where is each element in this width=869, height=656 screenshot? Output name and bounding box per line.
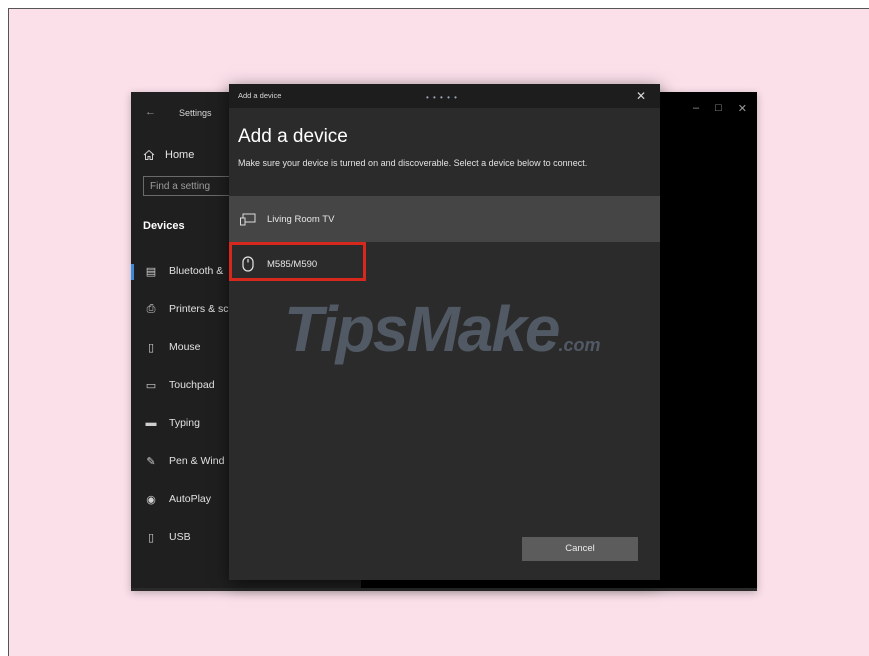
back-arrow-icon[interactable]: ← — [145, 106, 156, 118]
dialog-titlebar-text: Add a device — [238, 91, 282, 100]
nav-item-label: Touchpad — [169, 379, 215, 391]
searching-dots-indicator: • • • • • — [426, 93, 458, 102]
pen-icon: ✎ — [146, 455, 156, 468]
selection-highlight-box — [229, 242, 366, 281]
nav-item-usb[interactable]: ▯ USB — [131, 518, 245, 556]
close-icon[interactable]: ✕ — [636, 89, 646, 103]
maximize-icon[interactable]: □ — [715, 102, 722, 115]
nav-item-autoplay[interactable]: ◉ AutoPlay — [131, 480, 245, 518]
nav-item-label: Mouse — [169, 341, 201, 353]
dialog-description: Make sure your device is turned on and d… — [238, 158, 588, 168]
minimize-icon[interactable]: – — [693, 102, 699, 115]
nav-item-mouse[interactable]: ▯ Mouse — [131, 328, 245, 366]
watermark-suffix: .com — [558, 335, 601, 355]
home-icon — [143, 149, 155, 160]
settings-bottom-edge — [131, 588, 757, 591]
close-window-icon[interactable]: ✕ — [738, 102, 747, 115]
tipsmake-watermark: TipsMake.com — [284, 292, 601, 366]
nav-item-bluetooth[interactable]: ▤ Bluetooth & — [131, 252, 245, 290]
device-name: Living Room TV — [267, 213, 335, 225]
settings-title: Settings — [179, 108, 212, 118]
autoplay-icon: ◉ — [146, 493, 156, 506]
nav-item-label: Bluetooth & — [169, 265, 224, 277]
watermark-text: TipsMake — [284, 293, 560, 365]
nav-item-label: Typing — [169, 417, 200, 429]
nav-item-label: Printers & sc — [169, 303, 229, 315]
window-controls: – □ ✕ — [693, 102, 747, 115]
nav-item-label: AutoPlay — [169, 493, 212, 505]
nav-item-label: Pen & Wind — [169, 455, 225, 467]
display-icon — [239, 213, 257, 226]
home-label: Home — [165, 149, 195, 161]
settings-nav: ▤ Bluetooth & ⎙ Printers & sc ▯ Mouse ▭ … — [131, 252, 245, 556]
keyboard-icon: ▬ — [145, 417, 157, 429]
dialog-heading: Add a device — [238, 126, 348, 147]
touchpad-icon: ▭ — [145, 379, 157, 392]
device-item-living-room-tv[interactable]: Living Room TV — [229, 196, 660, 242]
bluetooth-devices-icon: ▤ — [145, 265, 157, 278]
cancel-button[interactable]: Cancel — [522, 537, 638, 561]
nav-item-pen[interactable]: ✎ Pen & Wind — [131, 442, 245, 480]
printer-icon: ⎙ — [146, 302, 156, 315]
nav-item-typing[interactable]: ▬ Typing — [131, 404, 245, 442]
nav-item-label: USB — [169, 531, 191, 543]
nav-item-printers[interactable]: ⎙ Printers & sc — [131, 290, 245, 328]
devices-heading: Devices — [143, 220, 185, 232]
mouse-icon: ▯ — [147, 341, 155, 354]
nav-item-touchpad[interactable]: ▭ Touchpad — [131, 366, 245, 404]
usb-icon: ▯ — [147, 531, 155, 544]
add-device-dialog: Add a device • • • • • ✕ Add a device Ma… — [229, 84, 660, 580]
home-nav-item[interactable]: Home — [143, 149, 194, 161]
